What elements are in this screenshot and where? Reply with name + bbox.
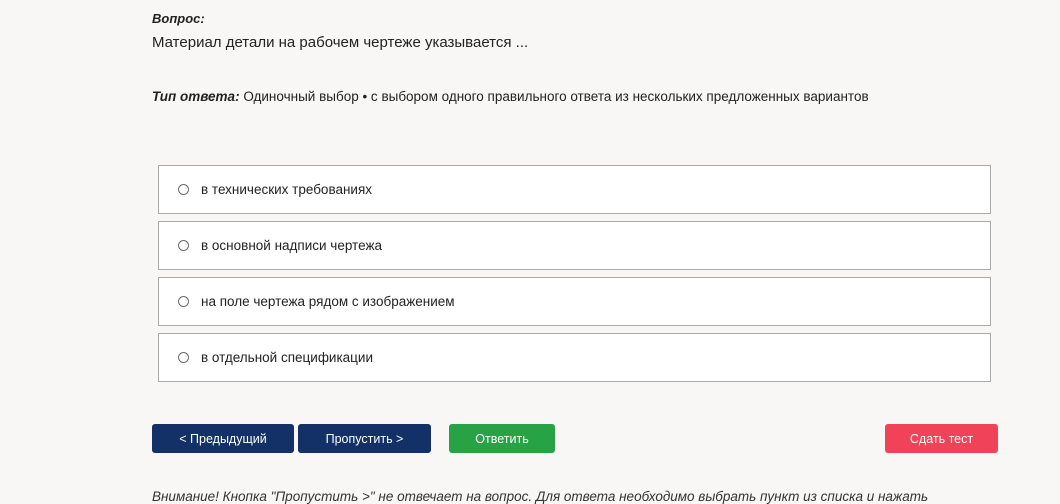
option-label: в отдельной спецификации xyxy=(201,350,373,365)
radio-icon[interactable] xyxy=(178,296,189,307)
answer-type: Тип ответа: Одиночный выбор • с выбором … xyxy=(152,89,869,104)
options-list: в технических требованиях в основной над… xyxy=(158,165,991,389)
option-2[interactable]: в основной надписи чертежа xyxy=(158,221,991,270)
notice-text: Внимание! Кнопка "Пропустить >" не отвеч… xyxy=(152,489,929,504)
question-label: Вопрос: xyxy=(152,11,205,26)
previous-button[interactable]: < Предыдущий xyxy=(152,424,294,453)
option-label: в основной надписи чертежа xyxy=(201,238,382,253)
option-4[interactable]: в отдельной спецификации xyxy=(158,333,991,382)
answer-type-label: Тип ответа: xyxy=(152,89,240,104)
radio-icon[interactable] xyxy=(178,184,189,195)
skip-button[interactable]: Пропустить > xyxy=(298,424,431,453)
option-1[interactable]: в технических требованиях xyxy=(158,165,991,214)
option-3[interactable]: на поле чертежа рядом с изображением xyxy=(158,277,991,326)
answer-button[interactable]: Ответить xyxy=(449,424,555,453)
radio-icon[interactable] xyxy=(178,240,189,251)
radio-icon[interactable] xyxy=(178,352,189,363)
option-label: в технических требованиях xyxy=(201,182,373,197)
option-label: на поле чертежа рядом с изображением xyxy=(201,294,455,309)
submit-test-button[interactable]: Сдать тест xyxy=(885,424,998,453)
question-text: Материал детали на рабочем чертеже указы… xyxy=(152,34,529,51)
answer-type-value: Одиночный выбор • с выбором одного прави… xyxy=(239,89,869,104)
